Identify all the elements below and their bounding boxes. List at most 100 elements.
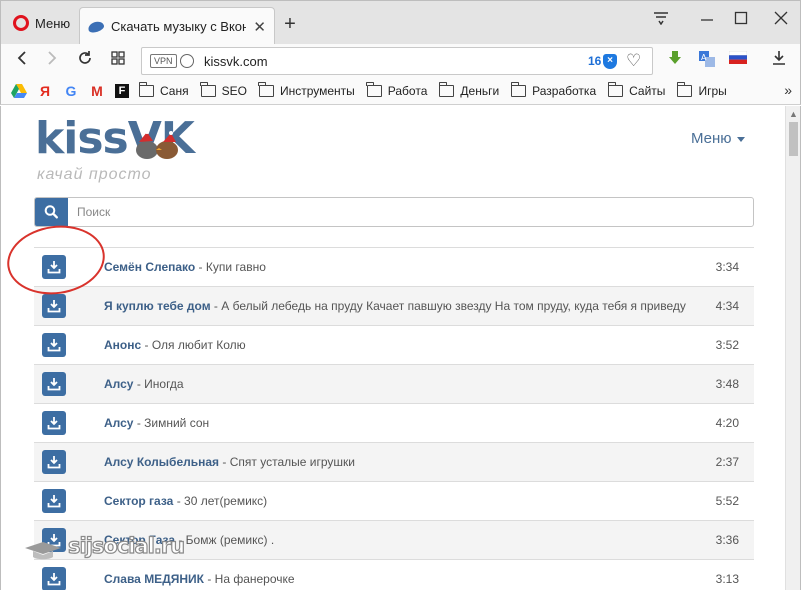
svg-text:A: A (701, 53, 707, 62)
track-title: - Зимний сон (133, 416, 210, 430)
folder-icon (676, 82, 693, 97)
bookmark-folder-money[interactable]: Деньги (438, 82, 499, 98)
track-name[interactable]: Сектор газа - 30 лет(ремикс) (104, 494, 267, 508)
reload-icon[interactable] (74, 50, 96, 71)
language-flag-icon[interactable] (728, 50, 748, 70)
f-bookmark-icon[interactable]: F (115, 84, 129, 98)
download-button[interactable] (42, 333, 66, 357)
download-icon (47, 573, 61, 586)
search-button[interactable] (35, 198, 68, 226)
translate-extension-icon[interactable]: A (697, 50, 717, 70)
download-button[interactable] (42, 294, 66, 318)
kissing-birds-icon (136, 130, 178, 159)
track-name[interactable]: Семён Слепако - Купи гавно (104, 260, 266, 274)
search-input[interactable] (68, 198, 753, 226)
download-button[interactable] (42, 567, 66, 590)
track-title: - На фанерочке (203, 572, 295, 586)
maximize-icon[interactable] (729, 11, 753, 30)
track-title: - Купи гавно (195, 260, 266, 274)
track-duration: 3:36 (715, 533, 739, 547)
speed-dial-icon[interactable] (107, 50, 129, 70)
track-name[interactable]: Слава МЕДЯНИК - На фанерочке (104, 572, 295, 586)
folder-icon (366, 82, 382, 97)
download-icon (47, 495, 61, 508)
page-scrollbar[interactable]: ▲ (785, 106, 801, 590)
opera-logo-icon (13, 15, 29, 31)
download-button[interactable] (42, 411, 66, 435)
track-row: Алсу - Иногда 3:48 (34, 364, 754, 403)
easy-setup-icon[interactable] (649, 11, 673, 30)
scrollbar-thumb[interactable] (789, 122, 798, 156)
tab-close-icon[interactable]: ✕ (253, 18, 266, 36)
track-name[interactable]: Анонс - Оля любит Колю (104, 338, 246, 352)
track-duration: 3:34 (715, 260, 739, 274)
caret-down-icon (736, 136, 745, 142)
download-extension-icon[interactable] (665, 50, 685, 70)
google-drive-icon[interactable] (11, 83, 27, 99)
page-viewport: kissVK качай просто Меню Семён Слепако -… (0, 106, 785, 590)
folder-icon (258, 82, 274, 97)
google-icon[interactable]: G (63, 83, 79, 99)
logo-wordmark: kissVK (35, 114, 215, 164)
bookmark-heart-icon[interactable]: ♡ (626, 51, 641, 71)
track-artist: Слава МЕДЯНИК (104, 572, 204, 586)
track-title: - Иногда (133, 377, 184, 391)
bookmark-folder-tools[interactable]: Инструменты (258, 82, 355, 98)
downloads-icon[interactable] (769, 50, 789, 70)
bookmark-folder-sites[interactable]: Сайты (607, 82, 666, 98)
watermark-text: sijsocial.ru (67, 533, 185, 558)
track-name[interactable]: Алсу - Иногда (104, 377, 184, 391)
bookmark-folder-games[interactable]: Игры (676, 82, 727, 98)
tab-active[interactable]: Скачать музыку с Вконта ✕ (79, 7, 275, 45)
address-bar[interactable]: VPN kissvk.com 16 × ♡ (141, 47, 653, 75)
site-menu-dropdown[interactable]: Меню (691, 130, 745, 147)
url-text[interactable]: kissvk.com (204, 54, 268, 69)
bookmark-folder-sanya[interactable]: Саня (138, 82, 189, 98)
bookmark-folder-work[interactable]: Работа (366, 82, 427, 98)
track-name[interactable]: Алсу - Зимний сон (104, 416, 209, 430)
back-icon[interactable] (11, 50, 33, 71)
forward-icon[interactable] (41, 50, 63, 71)
bookmark-folder-label: Саня (160, 84, 189, 98)
folder-icon (200, 82, 216, 97)
download-button[interactable] (42, 489, 66, 513)
download-button[interactable] (42, 372, 66, 396)
track-title: - А белый лебедь на пруду Качает павшую … (210, 299, 686, 313)
close-window-icon[interactable] (769, 11, 793, 30)
gmail-icon[interactable]: M (89, 83, 105, 99)
download-icon (47, 417, 61, 430)
minimize-icon[interactable] (695, 11, 719, 30)
browser-titlebar: Меню Скачать музыку с Вконта ✕ + (0, 0, 801, 45)
track-artist: Анонс (104, 338, 142, 352)
bookmark-folder-dev[interactable]: Разработка (510, 82, 596, 98)
track-title: - 30 лет(ремикс) (173, 494, 268, 508)
track-duration: 3:48 (715, 377, 739, 391)
track-row: Алсу - Зимний сон 4:20 (34, 403, 754, 442)
track-duration: 2:37 (715, 455, 739, 469)
bookmarks-overflow-icon[interactable]: » (784, 82, 792, 98)
download-button[interactable] (42, 450, 66, 474)
site-menu-label: Меню (691, 130, 732, 147)
track-duration: 3:13 (715, 572, 739, 586)
new-tab-button[interactable]: + (279, 13, 301, 36)
bookmark-folder-seo[interactable]: SEO (200, 82, 247, 98)
opera-menu-button[interactable]: Меню (7, 9, 76, 37)
vpn-badge[interactable]: VPN (150, 54, 177, 68)
tab-title: Скачать музыку с Вконта (111, 19, 247, 34)
adblock-shield-icon[interactable]: × (603, 54, 617, 69)
scroll-up-icon[interactable]: ▲ (789, 109, 798, 119)
bookmark-folder-label: Сайты (629, 84, 666, 98)
address-toolbar: VPN kissvk.com 16 × ♡ A (0, 44, 801, 78)
globe-icon (180, 54, 194, 68)
bookmarks-bar: Я G M F Саня SEO Инструменты Работа День… (0, 78, 801, 105)
yandex-icon[interactable]: Я (37, 83, 53, 99)
track-duration: 5:52 (715, 494, 739, 508)
track-name[interactable]: Я куплю тебе дом - А белый лебедь на пру… (104, 299, 686, 313)
track-artist: Алсу (104, 377, 134, 391)
track-row: Сектор газа - 30 лет(ремикс) 5:52 (34, 481, 754, 520)
track-duration: 4:20 (715, 416, 739, 430)
track-name[interactable]: Алсу Колыбельная - Спят усталые игрушки (104, 455, 355, 469)
adblock-count: 16 (588, 54, 602, 68)
site-logo[interactable]: kissVK качай просто (35, 114, 215, 184)
track-row: Алсу Колыбельная - Спят усталые игрушки … (34, 442, 754, 481)
